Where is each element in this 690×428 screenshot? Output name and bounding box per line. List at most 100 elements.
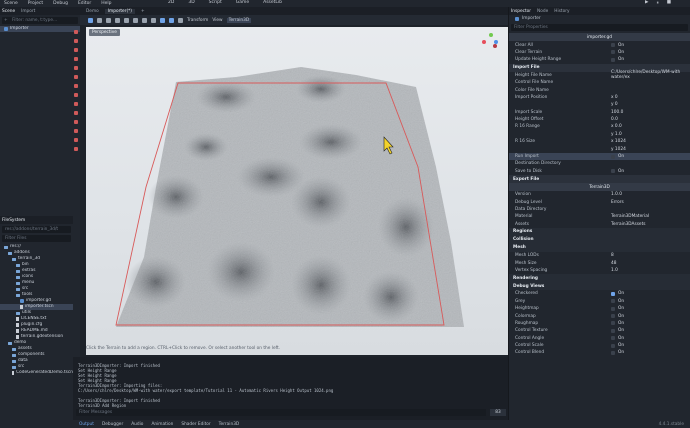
property-row[interactable]: Control File Name xyxy=(509,79,690,86)
menu-editor[interactable]: Editor xyxy=(78,1,91,6)
main-2d[interactable]: 2D xyxy=(168,0,174,5)
more-icon[interactable] xyxy=(178,17,183,23)
regions-section[interactable]: Regions xyxy=(509,227,690,236)
tab-animation[interactable]: Animation xyxy=(151,422,173,427)
gizmo-y-icon[interactable] xyxy=(489,33,493,37)
tab-filesystem[interactable]: FileSystem xyxy=(2,218,25,223)
gizmo-neg-x-icon[interactable] xyxy=(493,44,497,48)
wetness-icon[interactable] xyxy=(74,111,78,115)
checkbox-icon[interactable] xyxy=(611,314,615,319)
property-row[interactable]: Vertex Spacing 1.0 xyxy=(509,267,690,274)
rotate-tool-icon[interactable] xyxy=(106,17,111,23)
play-icon[interactable]: ▶ xyxy=(645,0,648,6)
move-tool-icon[interactable] xyxy=(97,17,102,23)
property-value[interactable]: On xyxy=(611,321,624,326)
property-row[interactable]: Mesh Size 48 xyxy=(509,259,690,266)
list-select-icon[interactable] xyxy=(124,17,129,23)
property-value[interactable]: On xyxy=(611,291,624,296)
view-gizmo[interactable] xyxy=(482,33,500,51)
ruler-icon[interactable] xyxy=(151,17,156,23)
tab-demo[interactable]: Demo xyxy=(83,9,102,14)
raise-icon[interactable] xyxy=(74,39,78,43)
property-row[interactable]: Import Scale 100.0 xyxy=(509,109,690,116)
property-row[interactable]: Control Angle On xyxy=(509,335,690,342)
property-row[interactable]: y 1.0 xyxy=(509,131,690,138)
property-row[interactable]: Mesh LODs 8 xyxy=(509,252,690,259)
property-value[interactable]: On xyxy=(611,50,624,55)
checkbox-icon[interactable] xyxy=(611,328,615,333)
property-row[interactable]: Data Directory xyxy=(509,206,690,213)
menu-scene[interactable]: Scene xyxy=(4,1,18,6)
property-value[interactable]: 48 xyxy=(611,261,616,266)
export-file-section[interactable]: Export File xyxy=(509,175,690,184)
property-value[interactable]: On xyxy=(611,169,624,174)
checkbox-icon[interactable] xyxy=(611,154,615,159)
property-row[interactable]: Control Texture On xyxy=(509,327,690,334)
property-value[interactable]: 0.0 xyxy=(611,117,618,122)
menu-help[interactable]: Help xyxy=(101,1,111,6)
property-value[interactable]: 8 xyxy=(611,253,614,258)
property-row[interactable]: Height File Name C:/Users/chlre/Desktop/W… xyxy=(509,70,690,80)
property-row[interactable]: Assets Terrain3DAssets xyxy=(509,221,690,228)
property-row[interactable]: Checkered On xyxy=(509,290,690,297)
filter-properties-input[interactable]: Filter Properties xyxy=(511,24,688,32)
property-value[interactable]: On xyxy=(611,57,624,62)
tab-scene[interactable]: Scene xyxy=(2,9,15,14)
stop-icon[interactable]: ■ xyxy=(667,0,671,6)
checkbox-icon[interactable] xyxy=(611,321,615,326)
lower-icon[interactable] xyxy=(74,48,78,52)
property-row[interactable]: Run Import On xyxy=(509,152,690,161)
checkbox-icon[interactable] xyxy=(611,336,615,341)
select-tool-icon[interactable] xyxy=(88,17,93,23)
property-value[interactable]: y 1.0 xyxy=(611,132,622,137)
property-value[interactable]: x 0.0 xyxy=(611,124,622,129)
property-row[interactable]: Height Offset 0.0 xyxy=(509,116,690,123)
instancer-icon[interactable] xyxy=(74,147,78,151)
color-icon[interactable] xyxy=(74,102,78,106)
checkbox-icon[interactable] xyxy=(611,57,615,62)
property-row[interactable]: Grey On xyxy=(509,298,690,305)
pause-icon[interactable]: ⏸ xyxy=(656,0,658,6)
gizmo-x-icon[interactable] xyxy=(482,40,486,44)
tab-importer[interactable]: Importer(*) xyxy=(104,8,135,14)
property-value[interactable]: On xyxy=(611,154,624,159)
message-count-badge[interactable]: 83 xyxy=(490,409,506,416)
navigation-icon[interactable] xyxy=(74,138,78,142)
main-3d[interactable]: 3D xyxy=(188,0,194,5)
property-row[interactable]: Save to Disk On xyxy=(509,168,690,175)
tab-inspector[interactable]: Inspector xyxy=(511,9,531,14)
property-value[interactable]: On xyxy=(611,336,624,341)
checkbox-icon[interactable] xyxy=(611,350,615,355)
local-space-icon[interactable] xyxy=(160,17,165,23)
checkbox-icon[interactable] xyxy=(611,50,615,55)
3d-viewport[interactable]: Perspective xyxy=(86,27,508,355)
paint-icon[interactable] xyxy=(74,84,78,88)
checkbox-icon[interactable] xyxy=(611,343,615,348)
menu-terrain3d[interactable]: Terrain3D xyxy=(226,17,252,23)
property-value[interactable]: Errors xyxy=(611,200,624,205)
property-value[interactable]: Terrain3DMaterial xyxy=(611,214,649,219)
menu-project[interactable]: Project xyxy=(28,1,43,6)
checkbox-icon[interactable] xyxy=(611,43,615,48)
tab-shader-editor[interactable]: Shader Editor xyxy=(181,422,210,427)
plus-icon[interactable]: + xyxy=(4,17,8,24)
property-value[interactable]: On xyxy=(611,343,624,348)
main-script[interactable]: Script xyxy=(209,0,222,5)
property-value[interactable]: x 0 xyxy=(611,95,618,100)
property-row[interactable]: Clear Terrain On xyxy=(509,49,690,56)
scene-root-node[interactable]: Importer xyxy=(0,26,80,32)
property-row[interactable]: Destination Directory xyxy=(509,160,690,167)
property-row[interactable]: Debug Level Errors xyxy=(509,198,690,205)
property-value[interactable]: On xyxy=(611,299,624,304)
lock-icon[interactable] xyxy=(133,17,138,23)
menu-transform[interactable]: Transform xyxy=(187,18,208,23)
tab-terrain3d[interactable]: Terrain3D xyxy=(219,422,240,427)
autoshader-icon[interactable] xyxy=(74,120,78,124)
flatten-icon[interactable] xyxy=(74,66,78,70)
checkbox-icon[interactable] xyxy=(611,291,615,296)
debug-views-section[interactable]: Debug Views xyxy=(509,282,690,291)
property-row[interactable]: R 16 Size x 1024 xyxy=(509,138,690,145)
tab-output[interactable]: Output xyxy=(79,422,94,427)
mesh-section[interactable]: Mesh xyxy=(509,243,690,252)
rendering-section[interactable]: Rendering xyxy=(509,274,690,283)
